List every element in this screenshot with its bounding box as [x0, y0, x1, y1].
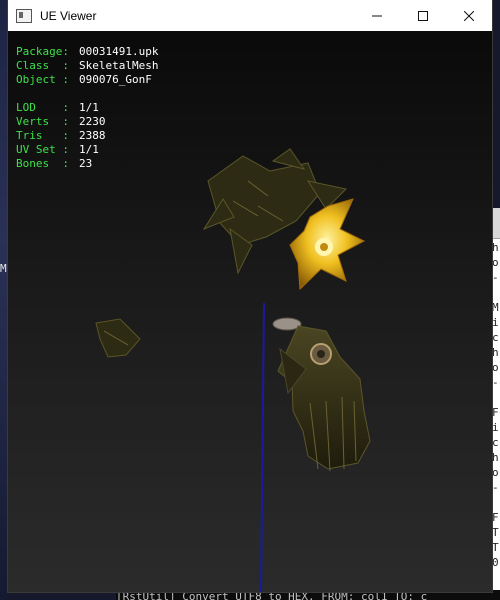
ue-viewer-window: UE Viewer Package: 00031491.upk Class: … [8, 0, 492, 592]
info-label: Tris : [16, 129, 69, 142]
background-char: i [492, 421, 499, 434]
background-char: - [492, 271, 499, 284]
background-char: o [492, 256, 499, 269]
info-value: 2388 [79, 129, 106, 142]
background-char: c [492, 436, 499, 449]
info-row: Verts : 2230 [16, 115, 158, 129]
info-label: Class : [16, 59, 69, 72]
info-row: Bones : 23 [16, 157, 158, 171]
mesh-info-panel: Package: 00031491.upk Class : SkeletalMesh O… [16, 45, 158, 171]
3d-viewport[interactable]: Package: 00031491.upk Class : SkeletalMesh O… [8, 31, 492, 592]
maximize-button[interactable] [400, 0, 446, 31]
background-char: o [492, 466, 499, 479]
background-window-text: M [0, 262, 7, 275]
info-value: 00031491.upk [79, 45, 159, 58]
background-char: h [492, 451, 499, 464]
title-bar[interactable]: UE Viewer [8, 0, 492, 31]
background-char: F [492, 511, 499, 524]
info-label: LOD : [16, 101, 69, 114]
background-char [492, 495, 500, 510]
window-title: UE Viewer [40, 8, 97, 23]
info-row: LOD : 1/1 [16, 101, 158, 115]
background-char: - [492, 481, 499, 494]
background-scrollbar[interactable] [492, 208, 500, 239]
minimize-icon [372, 15, 382, 16]
info-value: SkeletalMesh [79, 59, 159, 72]
info-label: Bones : [16, 157, 69, 170]
background-text-column: ho-Micho-Ficho-FTT0 [492, 240, 500, 570]
background-char: M [492, 301, 499, 314]
info-value: 1/1 [79, 101, 99, 114]
close-icon [464, 10, 474, 21]
info-value: 090076_GonF [79, 73, 152, 86]
info-row: Tris : 2388 [16, 129, 158, 143]
background-char: T [492, 526, 499, 539]
info-value: 2230 [79, 115, 106, 128]
background-char [492, 285, 500, 300]
background-text-window: ho-Micho-Ficho-FTT0 [492, 208, 500, 592]
background-char: i [492, 316, 499, 329]
info-label: UV Set : [16, 143, 69, 156]
desktop-background-strip [0, 0, 8, 600]
background-char: h [492, 241, 499, 254]
info-label: Package: [16, 45, 69, 58]
background-char: 0 [492, 556, 499, 569]
info-row: Class : SkeletalMesh [16, 59, 158, 73]
app-icon [16, 8, 32, 23]
info-value: 1/1 [79, 143, 99, 156]
close-button[interactable] [446, 0, 492, 31]
info-label: Object : [16, 73, 69, 86]
background-char: T [492, 541, 499, 554]
maximize-icon [418, 10, 428, 21]
cloth-piece [272, 317, 371, 472]
window-controls [354, 0, 492, 31]
info-value: 23 [79, 157, 93, 170]
axis-line [260, 302, 265, 592]
background-char: F [492, 406, 499, 419]
minimize-button[interactable] [354, 0, 400, 31]
background-char: h [492, 346, 499, 359]
info-label: Verts : [16, 115, 69, 128]
background-char [492, 390, 500, 405]
small-leaf [95, 318, 141, 358]
info-row: UV Set : 1/1 [16, 143, 158, 157]
info-row: Object : 090076_GonF [16, 73, 158, 87]
background-char: o [492, 361, 499, 374]
background-char: c [492, 331, 499, 344]
info-row: Package: 00031491.upk [16, 45, 158, 59]
background-char: - [492, 376, 499, 389]
